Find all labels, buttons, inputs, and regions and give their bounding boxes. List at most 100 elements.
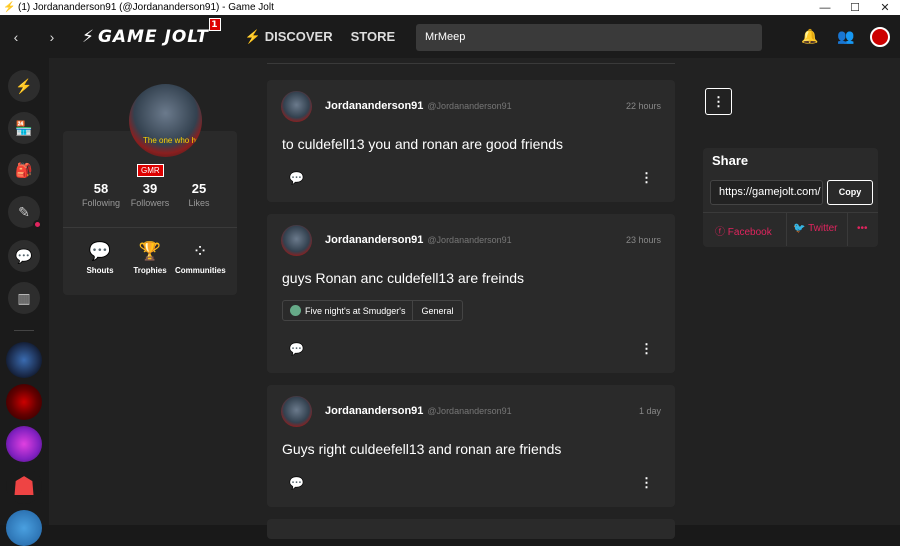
unread-dot <box>33 220 42 229</box>
top-navbar: ‹ › ⚡GAME JOLT 1 ⚡ DISCOVER STORE ⋮ 🔔 👥 <box>0 15 900 58</box>
post-time: 23 hours <box>625 235 661 245</box>
post-username: @Jordananderson91 <box>427 406 512 416</box>
post-display-name: Jordananderson91 <box>325 405 424 417</box>
library-icon[interactable]: 🎒 <box>8 154 40 186</box>
bolt-icon: ⚡ <box>82 26 95 47</box>
chat-icon[interactable]: 💬 <box>8 240 40 272</box>
share-more-link[interactable]: ••• <box>857 223 868 234</box>
post-more-icon[interactable]: ⋮ <box>640 170 653 186</box>
feed-tabs <box>267 58 675 64</box>
game-tag[interactable]: Five night's at Smudger's General <box>282 300 463 321</box>
comment-icon[interactable]: 💬 <box>289 171 304 185</box>
communities-list-icon[interactable]: ▥ <box>8 282 40 314</box>
facebook-label: Facebook <box>727 227 772 238</box>
community-avatar[interactable] <box>6 510 42 546</box>
post-avatar[interactable] <box>281 396 312 427</box>
community-avatar[interactable] <box>6 384 42 420</box>
post-display-name: Jordananderson91 <box>325 100 424 112</box>
notification-badge: 1 <box>208 17 221 31</box>
close-button[interactable]: ✕ <box>870 0 900 15</box>
top-right-icons: 🔔 👥 <box>792 15 900 58</box>
comment-icon[interactable]: 💬 <box>289 342 304 356</box>
left-sidebar: ⚡ 🏪 🎒 ✎ 💬 ▥ ☗ <box>0 58 49 546</box>
game-icon <box>290 305 301 316</box>
store-link[interactable]: STORE <box>351 29 396 44</box>
share-card: Share https://gamejolt.com/ Copy ⓕ Faceb… <box>703 148 878 247</box>
discover-link[interactable]: ⚡ DISCOVER <box>245 29 333 45</box>
profile-nav-label: Shouts <box>86 266 114 275</box>
community-avatar[interactable]: ☗ <box>6 468 42 504</box>
profile-nav-label: Trophies <box>133 266 167 275</box>
communities-icon: ⁘ <box>192 241 208 261</box>
stat-likes[interactable]: 25 Likes <box>175 181 223 208</box>
game-jolt-logo[interactable]: ⚡ GAME JOLT 1 <box>82 17 221 47</box>
stat-number: 25 <box>191 181 207 196</box>
window-titlebar: ⚡ (1) Jordananderson91 (@Jordananderson9… <box>0 0 900 15</box>
post-avatar[interactable] <box>281 91 312 122</box>
twitter-share-link[interactable]: 🐦 Twitter <box>793 223 838 234</box>
community-avatar[interactable] <box>6 342 42 378</box>
profile-divider <box>63 227 237 228</box>
post-body: Guys right culdeefell13 and ronan are fr… <box>282 441 562 457</box>
share-menu-button[interactable]: ⋮ <box>705 88 732 115</box>
stat-following[interactable]: 58 Following <box>77 181 125 208</box>
app-icon: ⚡ <box>3 1 16 13</box>
post-card[interactable]: Jordananderson91 @Jordananderson91 1 day … <box>267 385 675 507</box>
profile-nav-label: Communities <box>175 266 226 275</box>
post-time: 22 hours <box>625 101 661 111</box>
search-input[interactable] <box>416 24 762 51</box>
profile-nav-trophies[interactable]: 🏆 Trophies <box>125 241 175 275</box>
post-author[interactable]: Jordananderson91 @Jordananderson91 <box>325 100 512 112</box>
stat-number: 58 <box>93 181 109 196</box>
game-tag-game[interactable]: Five night's at Smudger's <box>283 301 414 320</box>
bell-icon[interactable]: 🔔 <box>792 28 828 45</box>
home-icon[interactable]: ⚡ <box>8 70 40 102</box>
store-icon[interactable]: 🏪 <box>8 112 40 144</box>
community-avatar[interactable] <box>6 426 42 462</box>
stat-label: Following <box>81 198 121 208</box>
profile-avatar: The one who hates tia sta <box>129 84 202 157</box>
stat-label: Likes <box>188 198 210 208</box>
post-card[interactable]: Jordananderson91 @Jordananderson91 23 hou… <box>267 214 675 373</box>
stat-followers[interactable]: 39 Followers <box>126 181 174 208</box>
post-body: guys Ronan anc culdefell13 are freinds <box>282 270 525 286</box>
facebook-share-link[interactable]: ⓕ Facebook <box>715 223 772 238</box>
post-avatar[interactable] <box>281 225 312 256</box>
share-divider <box>703 212 878 213</box>
copy-button[interactable]: Copy <box>827 180 873 205</box>
minimize-button[interactable]: — <box>810 0 840 15</box>
logo-text: GAME JOLT <box>97 26 209 47</box>
shouts-icon: 💬 <box>88 241 112 261</box>
profile-nav-shouts[interactable]: 💬 Shouts <box>75 241 125 275</box>
post-card[interactable]: Jordananderson91 @Jordananderson91 22 hou… <box>267 80 675 202</box>
back-button[interactable]: ‹ <box>6 29 26 45</box>
create-icon[interactable]: ✎ <box>8 196 42 229</box>
game-tag-label: Five night's at Smudger's <box>305 305 406 316</box>
comment-icon[interactable]: 💬 <box>289 476 304 490</box>
discover-label: DISCOVER <box>264 28 333 44</box>
gmr-tag: GMR <box>137 164 164 177</box>
friends-icon[interactable]: 👥 <box>828 28 864 45</box>
share-vdivider <box>847 213 848 246</box>
stat-number: 39 <box>142 181 158 196</box>
post-card[interactable] <box>267 519 675 539</box>
discover-icon: ⚡ <box>244 28 262 44</box>
post-username: @Jordananderson91 <box>427 235 512 245</box>
post-time: 1 day <box>638 406 661 416</box>
sidebar-divider <box>14 330 34 331</box>
maximize-button[interactable]: ☐ <box>840 0 870 15</box>
post-author[interactable]: Jordananderson91 @Jordananderson91 <box>325 234 512 246</box>
post-author[interactable]: Jordananderson91 @Jordananderson91 <box>325 405 512 417</box>
main-content: The one who hates tia sta GMR 58 Followi… <box>49 58 900 539</box>
game-tag-channel[interactable]: General <box>413 306 461 316</box>
post-more-icon[interactable]: ⋮ <box>640 475 653 491</box>
profile-nav-communities[interactable]: ⁘ Communities <box>175 241 226 275</box>
post-more-icon[interactable]: ⋮ <box>640 341 653 357</box>
user-avatar[interactable] <box>870 26 890 47</box>
post-username: @Jordananderson91 <box>427 101 512 111</box>
forward-button[interactable]: › <box>42 29 62 45</box>
twitter-icon: 🐦 <box>793 223 806 234</box>
stat-label: Followers <box>130 198 170 208</box>
profile-card: The one who hates tia sta GMR 58 Followi… <box>63 84 237 295</box>
share-url-field[interactable]: https://gamejolt.com/ <box>710 180 823 205</box>
